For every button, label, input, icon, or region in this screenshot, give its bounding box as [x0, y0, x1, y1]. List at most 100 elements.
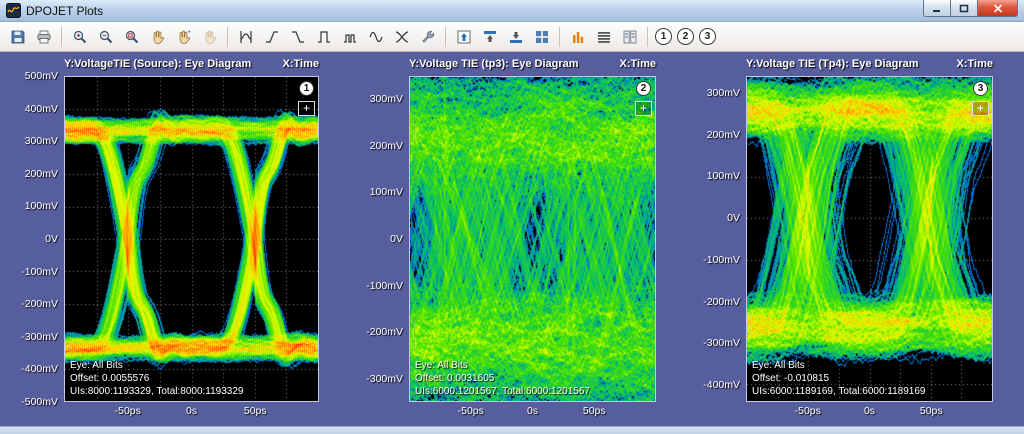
stat-line: Eye: All Bits — [415, 359, 590, 372]
y-axis-tick-label: -100mV — [8, 265, 58, 279]
export-up-button[interactable] — [451, 25, 476, 49]
plot-number-badge-3: 3 — [973, 81, 988, 96]
plot-workspace: Y:VoltageTIE (Source): Eye Diagram X:Tim… — [0, 52, 1024, 426]
eye-diagram-canvas-1[interactable] — [64, 76, 319, 402]
y-axis-tick-label: 0V — [353, 232, 403, 246]
summary-rows-button[interactable] — [591, 25, 616, 49]
stat-line: Offset: -0.010815 — [752, 372, 925, 385]
expand-plot-3-button[interactable]: + — [972, 101, 989, 116]
summary-columns-icon — [622, 29, 638, 45]
plot-panel-2: Y:Voltage TIE (tp3): Eye Diagram X:Time … — [353, 58, 656, 402]
grid-view-button[interactable] — [529, 25, 554, 49]
pan-horizontal-icon — [202, 29, 218, 45]
print-icon — [36, 29, 52, 45]
sine-icon — [368, 29, 384, 45]
y-axis-tick-label: -400mV — [8, 362, 58, 376]
zoom-fit-button[interactable] — [119, 25, 144, 49]
histogram-button[interactable] — [565, 25, 590, 49]
eye-diagram-canvas-2[interactable] — [409, 76, 656, 402]
window-controls — [923, 0, 1018, 17]
summary-columns-button[interactable] — [617, 25, 642, 49]
window-title: DPOJET Plots — [26, 4, 103, 18]
pulse-icon — [316, 29, 332, 45]
cursor-vbars-button[interactable] — [233, 25, 258, 49]
plot-3-y-axis: 300mV200mV100mV0V-100mV-200mV-300mV-400m… — [690, 76, 746, 402]
save-button[interactable] — [5, 25, 30, 49]
histogram-icon — [570, 29, 586, 45]
x-axis-tick-label: 0s — [527, 405, 538, 417]
pan-hand-icon — [150, 29, 166, 45]
eye-diagram-canvas-3[interactable] — [746, 76, 993, 402]
app-icon — [6, 3, 21, 18]
configure-button[interactable] — [415, 25, 440, 49]
plot-1-header: Y:VoltageTIE (Source): Eye Diagram X:Tim… — [64, 58, 319, 74]
x-axis-tick-label: -50ps — [458, 405, 484, 417]
pan-button[interactable] — [145, 25, 170, 49]
toolbar-separator — [647, 27, 648, 47]
y-axis-tick-label: -200mV — [8, 297, 58, 311]
plot-2-header: Y:Voltage TIE (tp3): Eye Diagram X:Time — [409, 58, 656, 74]
zoom-fit-icon — [124, 29, 140, 45]
titlebar[interactable]: DPOJET Plots — [0, 0, 1024, 22]
pan-horizontal-button[interactable] — [197, 25, 222, 49]
window-resize-border[interactable] — [0, 426, 1024, 434]
dock-top-button[interactable] — [477, 25, 502, 49]
pan-vertical-icon — [176, 29, 192, 45]
plot-selector-button[interactable]: 3 — [699, 28, 716, 45]
x-axis-tick-label: -50ps — [115, 405, 141, 417]
maximize-button[interactable] — [950, 0, 977, 17]
stat-line: Eye: All Bits — [752, 359, 925, 372]
y-axis-tick-label: 300mV — [690, 86, 740, 100]
y-axis-tick-label: 400mV — [8, 102, 58, 116]
eye-stats-overlay-1: Eye: All BitsOffset: 0.0055576UIs:8000:1… — [70, 359, 243, 398]
edge-fall-icon — [290, 29, 306, 45]
y-axis-tick-label: 100mV — [690, 169, 740, 183]
dual-pulse-button[interactable] — [337, 25, 362, 49]
minimize-button[interactable] — [923, 0, 950, 17]
pulse-button[interactable] — [311, 25, 336, 49]
dock-bottom-button[interactable] — [503, 25, 528, 49]
zoom-out-button[interactable] — [93, 25, 118, 49]
toolbar-separator — [227, 27, 228, 47]
plot-2-y-axis: 300mV200mV100mV0V-100mV-200mV-300mV — [353, 76, 409, 402]
toolbar-separator — [61, 27, 62, 47]
stat-line: UIs:6000:1189169, Total:6000:1189169 — [752, 385, 925, 398]
y-axis-tick-label: 500mV — [8, 69, 58, 83]
y-axis-tick-label: -500mV — [8, 395, 58, 409]
dock-top-icon — [482, 29, 498, 45]
edge-rise-button[interactable] — [259, 25, 284, 49]
y-axis-tick-label: 100mV — [353, 185, 403, 199]
plot-2-x-title: X:Time — [620, 58, 656, 74]
zoom-in-button[interactable] — [67, 25, 92, 49]
close-button[interactable] — [977, 0, 1018, 17]
pan-vertical-button[interactable] — [171, 25, 196, 49]
dock-bottom-icon — [508, 29, 524, 45]
toolbar: 123 — [0, 22, 1024, 52]
x-axis-tick-label: 50ps — [920, 405, 943, 417]
dual-pulse-icon — [342, 29, 358, 45]
plot-3-x-axis: -50ps0s50ps — [746, 405, 993, 419]
cursor-vbars-icon — [238, 29, 254, 45]
plot-selector-button[interactable]: 2 — [677, 28, 694, 45]
x-axis-tick-label: 50ps — [244, 405, 267, 417]
sine-button[interactable] — [363, 25, 388, 49]
summary-rows-icon — [596, 29, 612, 45]
wrench-icon — [420, 29, 436, 45]
edge-rise-icon — [264, 29, 280, 45]
y-axis-tick-label: -100mV — [690, 253, 740, 267]
plot-selector-button[interactable]: 1 — [655, 28, 672, 45]
eye-crossings-button[interactable] — [389, 25, 414, 49]
eye-crossings-icon — [394, 29, 410, 45]
y-axis-tick-label: -300mV — [353, 372, 403, 386]
print-button[interactable] — [31, 25, 56, 49]
expand-plot-2-button[interactable]: + — [635, 101, 652, 116]
stat-line: Eye: All Bits — [70, 359, 243, 372]
stat-line: UIs:6000:1201567, Total:6000:1201567 — [415, 385, 590, 398]
minimize-icon — [932, 4, 942, 13]
plot-panel-3: Y:Voltage TIE (Tp4): Eye Diagram X:Time … — [690, 58, 993, 402]
zoom-in-icon — [72, 29, 88, 45]
edge-fall-button[interactable] — [285, 25, 310, 49]
y-axis-tick-label: 200mV — [8, 167, 58, 181]
x-axis-tick-label: 0s — [864, 405, 875, 417]
expand-plot-1-button[interactable]: + — [298, 101, 315, 116]
